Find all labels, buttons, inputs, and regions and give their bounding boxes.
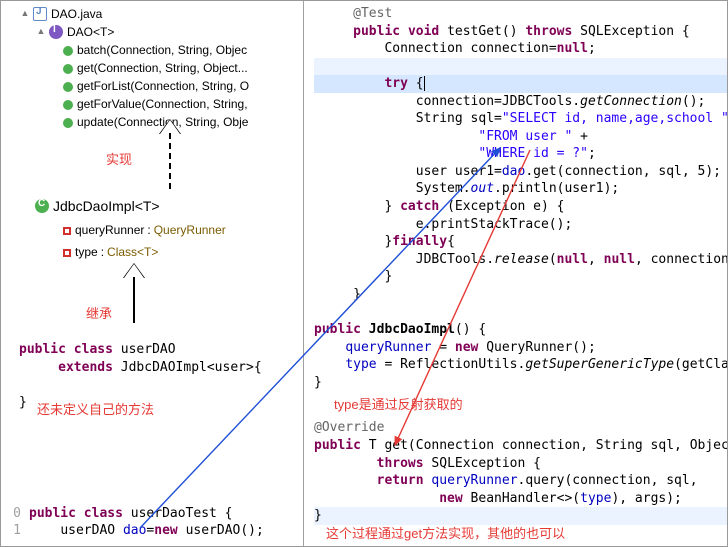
tree-method-row[interactable]: update(Connection, String, Obje (11, 113, 303, 131)
field-icon (63, 227, 71, 235)
field-name: queryRunner (75, 223, 144, 237)
anno-implements: 实现 (106, 149, 132, 168)
tree-method-row[interactable]: getForList(Connection, String, O (11, 77, 303, 95)
class-impl-block: JdbcDaoImpl<T> queryRunner : QueryRunner… (35, 197, 226, 261)
editor-pane[interactable]: @Test public void testGet() throws SQLEx… (304, 1, 727, 546)
method-icon (63, 64, 73, 74)
class-icon (35, 199, 49, 213)
outline-pane: ▲ DAO.java ▲ DAO<T> batch(Connection, St… (1, 1, 304, 546)
anno-no-methods: 还未定义自己的方法 (37, 399, 154, 418)
method-label: batch(Connection, String, Objec (77, 43, 247, 57)
method-icon (63, 82, 73, 92)
anno-extends: 继承 (86, 303, 112, 322)
code-constructor: public JdbcDaoImpl() { queryRunner = new… (304, 321, 727, 391)
method-label: get(Connection, String, Object... (77, 61, 248, 75)
field-type: QueryRunner (154, 223, 226, 237)
method-label: getForList(Connection, String, O (77, 79, 249, 93)
interface-icon (49, 25, 63, 39)
field-name: type (75, 245, 98, 259)
field-type: Class<T> (107, 245, 158, 259)
app-root: ▲ DAO.java ▲ DAO<T> batch(Connection, St… (0, 0, 728, 547)
tree-method-row[interactable]: get(Connection, String, Object... (11, 59, 303, 77)
twistie-icon[interactable]: ▲ (19, 8, 31, 20)
code-test-method: @Test public void testGet() throws SQLEx… (304, 5, 727, 303)
field-icon (63, 249, 71, 257)
tree-interface-row[interactable]: ▲ DAO<T> (11, 23, 303, 41)
twistie-icon[interactable]: ▲ (35, 26, 47, 38)
code-get-method: @Override public T get(Connection connec… (304, 419, 727, 524)
method-icon (63, 100, 73, 110)
tree-field-row[interactable]: queryRunner : QueryRunner (35, 221, 226, 239)
anno-get-process: 这个过程通过get方法实现，其他的也可以 (326, 523, 565, 542)
anno-type-reflection: type是通过反射获取的 (334, 394, 463, 413)
outline-tree: ▲ DAO.java ▲ DAO<T> batch(Connection, St… (1, 5, 303, 131)
tree-method-row[interactable]: batch(Connection, String, Objec (11, 41, 303, 59)
interface-label: DAO<T> (67, 25, 114, 39)
tree-method-row[interactable]: getForValue(Connection, String, (11, 95, 303, 113)
tree-class-row[interactable]: JdbcDaoImpl<T> (35, 197, 226, 215)
method-label: getForValue(Connection, String, (77, 97, 248, 111)
method-icon (63, 46, 73, 56)
uml-solid-line (133, 277, 135, 323)
userdaotest-code: 0public class userDaoTest { 1 userDAO da… (5, 505, 264, 540)
class-label: JdbcDaoImpl<T> (53, 198, 160, 214)
uml-triangle-inherit (123, 263, 143, 277)
method-icon (63, 118, 73, 128)
tree-file-row[interactable]: ▲ DAO.java (11, 5, 303, 23)
java-file-icon (33, 7, 47, 21)
file-label: DAO.java (51, 7, 102, 21)
uml-triangle-impl (159, 119, 179, 133)
uml-dashed-line (169, 133, 171, 189)
tree-field-row[interactable]: type : Class<T> (35, 243, 226, 261)
